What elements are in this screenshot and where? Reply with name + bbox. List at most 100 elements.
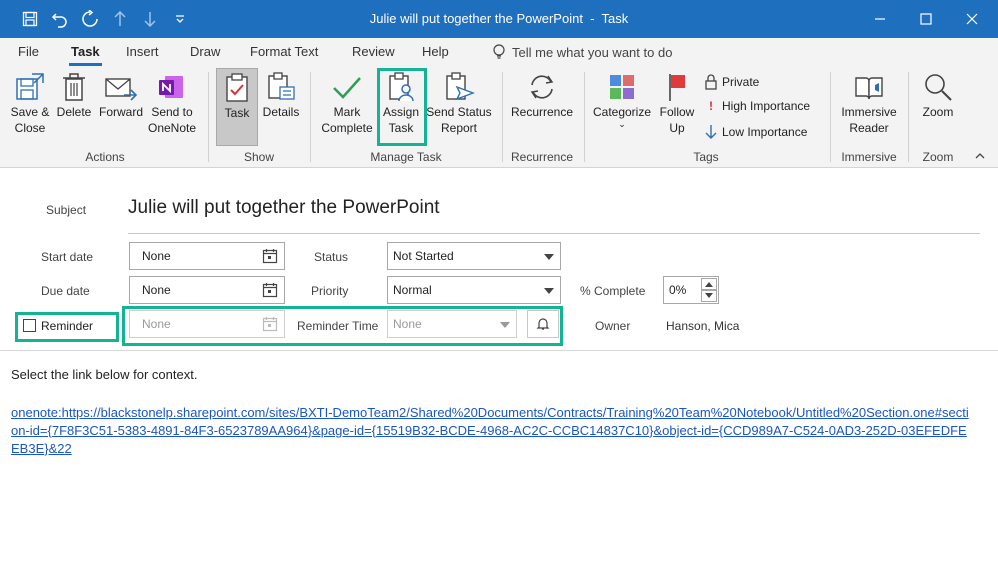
reminder-sound-button[interactable] (527, 310, 559, 338)
actions-group-label: Actions (85, 150, 125, 164)
due-date-value: None (142, 283, 171, 297)
reminder-time-value: None (393, 317, 422, 331)
ribbon-separator (310, 72, 311, 162)
tab-file[interactable]: File (18, 44, 39, 59)
tab-review[interactable]: Review (352, 44, 395, 59)
stepper-up-icon[interactable] (701, 278, 717, 290)
send-to-onenote-button[interactable]: Send to OneNote (146, 70, 198, 136)
categorize-button[interactable]: Categorize ⌄ (590, 70, 654, 129)
lightbulb-icon (493, 44, 505, 59)
follow-up-label: Follow Up (659, 105, 695, 135)
tags-group-label: Tags (693, 150, 719, 164)
start-date-label: Start date (41, 250, 94, 264)
save-close-label: Save & Close (10, 105, 50, 135)
owner-label: Owner (595, 319, 631, 333)
body-intro-text: Select the link below for context. (11, 367, 198, 382)
due-date-label: Due date (41, 284, 90, 298)
tab-help[interactable]: Help (422, 44, 449, 59)
start-date-value: None (142, 249, 171, 263)
priority-dropdown[interactable]: Normal (387, 276, 561, 304)
due-date-field[interactable]: None (129, 276, 285, 304)
immersive-reader-icon (855, 77, 883, 100)
minimize-icon[interactable] (870, 9, 890, 29)
ribbon-separator (830, 72, 831, 162)
chevron-down-icon (544, 254, 554, 260)
follow-up-button[interactable]: Follow Up (656, 70, 698, 136)
details-button[interactable]: Details (260, 70, 302, 120)
reminder-date-field[interactable]: None (129, 310, 285, 338)
delete-button[interactable]: Delete (54, 70, 94, 120)
mark-complete-button[interactable]: Mark Complete (318, 70, 376, 136)
high-importance-label: High Importance (722, 99, 811, 113)
send-status-icon (446, 72, 475, 101)
chevron-down-icon (500, 322, 510, 328)
status-dropdown[interactable]: Not Started (387, 242, 561, 270)
trash-icon (63, 73, 85, 101)
zoom-label: Zoom (922, 105, 954, 119)
tab-format-text[interactable]: Format Text (250, 44, 318, 59)
maximize-icon[interactable] (916, 9, 936, 29)
immersive-reader-label: Immersive Reader (841, 105, 897, 135)
recurrence-group-label: Recurrence (510, 150, 574, 164)
recurrence-button[interactable]: Recurrence (508, 70, 576, 120)
reminder-time-dropdown[interactable]: None (387, 310, 517, 338)
percent-complete-value: 0% (669, 283, 687, 297)
stepper-down-icon[interactable] (701, 290, 717, 302)
save-close-icon (16, 73, 44, 100)
ribbon: Save & Close Delete Forward Send to OneN… (0, 66, 998, 168)
show-group-label: Show (243, 150, 275, 164)
chevron-down-icon (544, 288, 554, 294)
percent-complete-label: % Complete (580, 284, 646, 298)
tab-draw[interactable]: Draw (190, 44, 220, 59)
low-importance-button[interactable]: Low Importance (704, 124, 807, 140)
recurrence-icon (530, 75, 554, 99)
send-status-label: Send Status Report (426, 105, 492, 135)
owner-value: Hanson, Mica (666, 319, 740, 333)
collapse-ribbon-icon[interactable] (974, 150, 986, 164)
start-date-field[interactable]: None (129, 242, 285, 270)
tell-me-text: Tell me what you want to do (512, 44, 673, 60)
private-label: Private (722, 75, 760, 89)
magnifier-icon (925, 74, 952, 101)
ribbon-separator (908, 72, 909, 162)
details-icon (268, 72, 295, 100)
onenote-icon (159, 76, 183, 98)
percent-complete-stepper[interactable]: 0% (663, 276, 719, 304)
priority-value: Normal (393, 283, 432, 297)
manage-task-group-label: Manage Task (370, 150, 442, 164)
reminder-label: Reminder (41, 319, 94, 333)
send-to-onenote-label: Send to OneNote (147, 105, 197, 135)
forward-label: Forward (98, 105, 143, 119)
zoom-button[interactable]: Zoom (914, 70, 962, 120)
categorize-label: Categorize (592, 105, 652, 119)
window-title: Julie will put together the PowerPoint -… (369, 11, 629, 26)
calendar-icon[interactable] (262, 282, 278, 301)
subject-underline (128, 233, 980, 234)
subject-input[interactable]: Julie will put together the PowerPoint (128, 197, 440, 219)
subject-label: Subject (46, 203, 87, 217)
task-view-button[interactable]: Task (216, 68, 258, 146)
status-value: Not Started (393, 249, 454, 263)
details-label: Details (262, 105, 300, 119)
tell-me-box[interactable]: Tell me what you want to do (492, 44, 672, 60)
send-status-report-button[interactable]: Send Status Report (424, 70, 494, 136)
task-view-label: Task (224, 106, 250, 120)
mark-complete-label: Mark Complete (321, 105, 373, 135)
reminder-time-label: Reminder Time (297, 319, 379, 333)
onenote-link[interactable]: onenote:https://blackstonelp.sharepoint.… (11, 404, 971, 458)
calendar-icon[interactable] (262, 316, 278, 335)
exclamation-icon: ! (709, 99, 713, 113)
close-icon[interactable] (962, 9, 982, 29)
immersive-reader-button[interactable]: Immersive Reader (836, 70, 902, 136)
save-close-button[interactable]: Save & Close (8, 70, 52, 136)
reminder-checkbox[interactable] (23, 319, 36, 332)
high-importance-button[interactable]: ! High Importance (704, 99, 810, 113)
forward-button[interactable]: Forward (96, 70, 146, 120)
forward-icon (105, 78, 138, 101)
tab-insert[interactable]: Insert (126, 44, 159, 59)
calendar-icon[interactable] (262, 248, 278, 267)
tab-task[interactable]: Task (69, 44, 102, 66)
ribbon-separator (208, 72, 209, 162)
priority-label: Priority (311, 284, 349, 298)
private-button[interactable]: Private (704, 74, 759, 90)
